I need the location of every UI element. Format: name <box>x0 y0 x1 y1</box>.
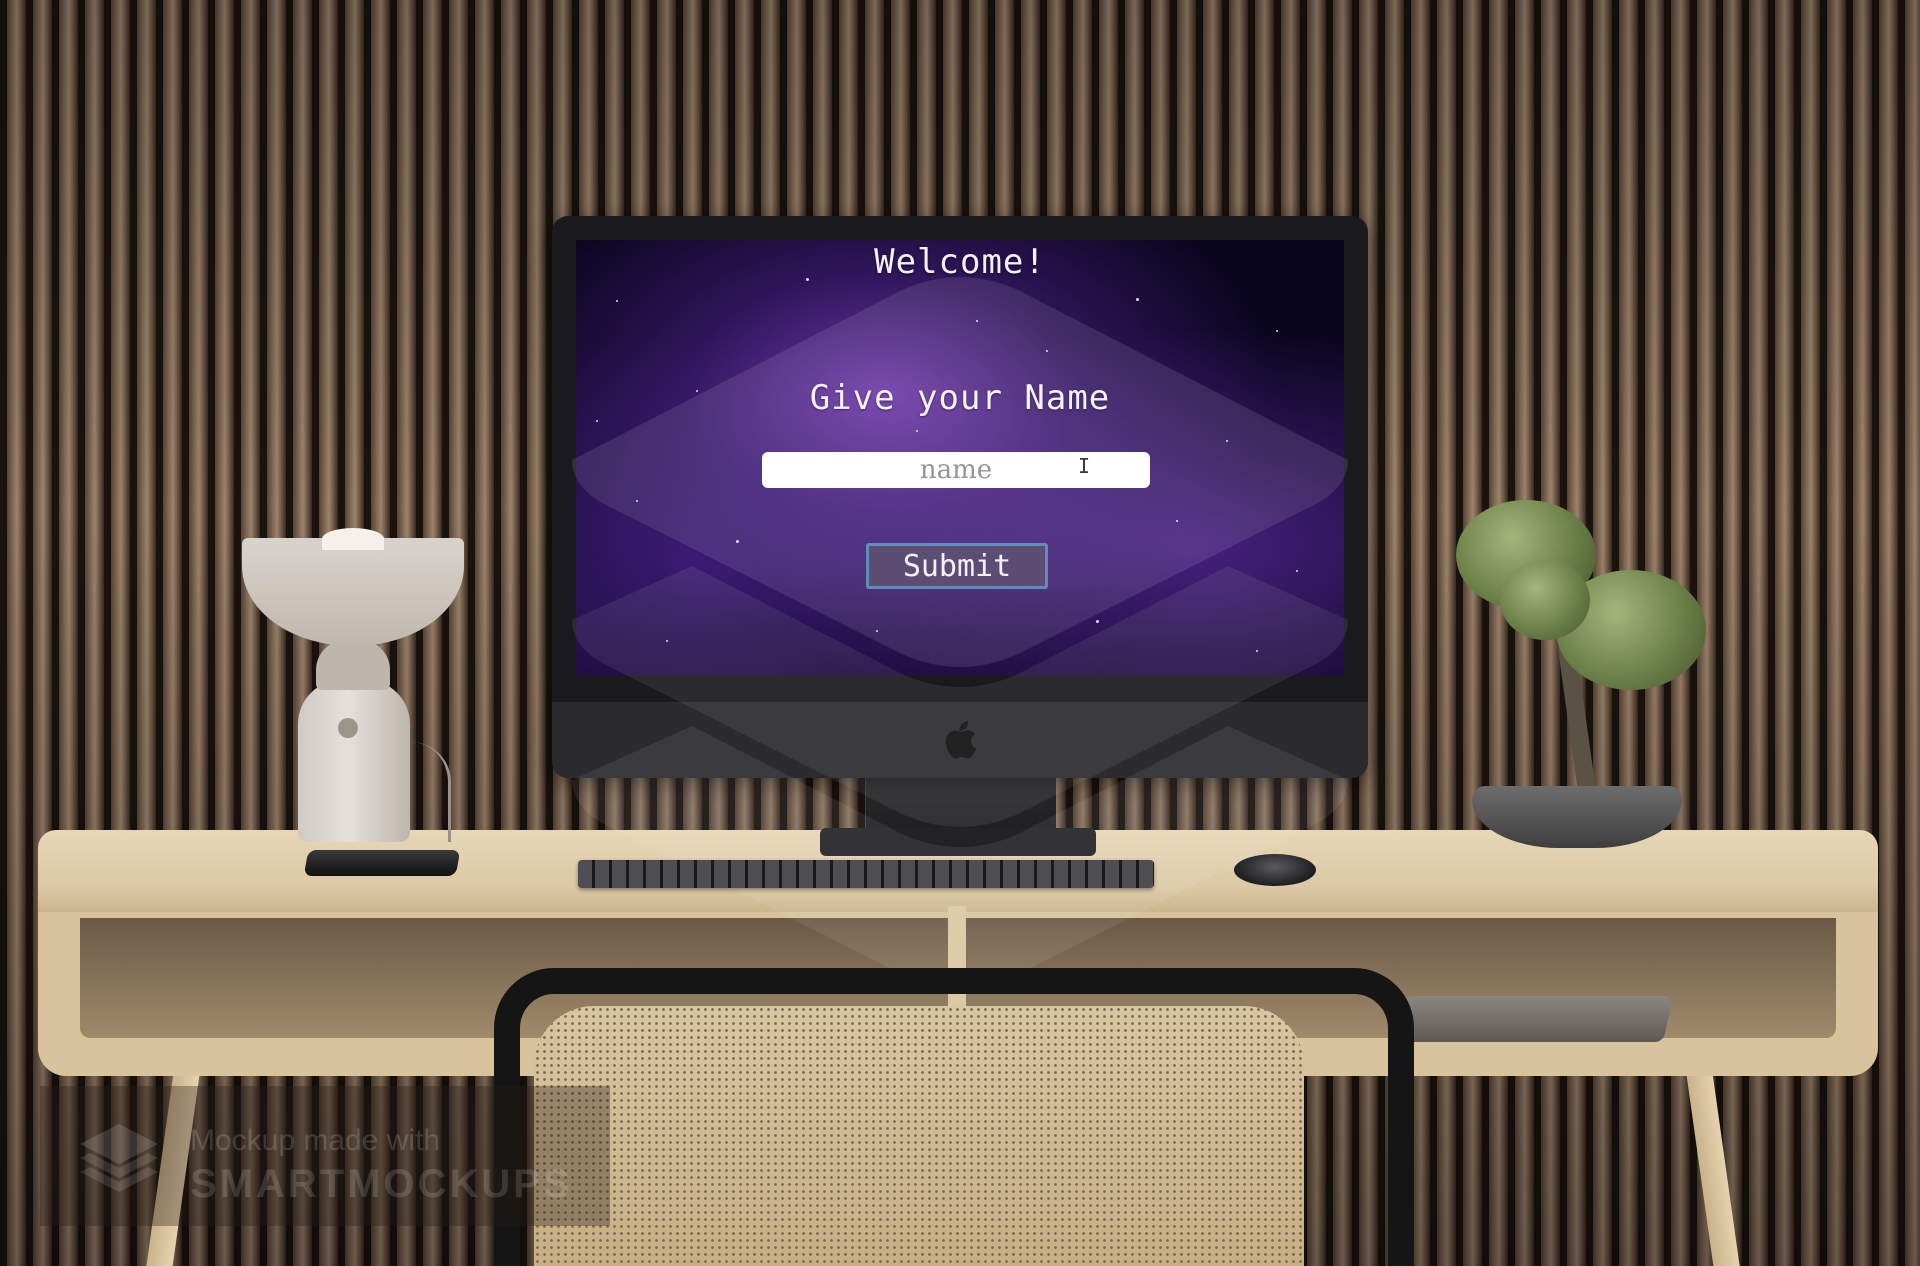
star <box>1096 620 1099 623</box>
welcome-heading: Welcome! <box>874 242 1046 282</box>
lamp-cord <box>408 742 451 842</box>
chair-frame <box>494 968 1414 1266</box>
mouse <box>1234 854 1316 886</box>
star <box>1226 440 1228 442</box>
smartphone <box>303 850 461 876</box>
monitor: Welcome! Give your Name I Submit <box>552 216 1368 778</box>
star <box>616 300 618 302</box>
desk-leg-right <box>1686 1069 1740 1266</box>
watermark: Mockup made with SMARTMOCKUPS <box>40 1086 610 1226</box>
star <box>1256 650 1258 652</box>
submit-button[interactable]: Submit <box>866 543 1048 589</box>
star <box>596 420 598 422</box>
lamp-bulb <box>322 528 384 550</box>
lamp-body <box>298 680 410 842</box>
star <box>1176 520 1178 522</box>
watermark-line2: SMARTMOCKUPS <box>190 1162 573 1206</box>
keyboard <box>578 860 1154 888</box>
lamp-neck <box>316 640 390 690</box>
star <box>1136 298 1139 301</box>
star <box>1296 570 1298 572</box>
star <box>1046 350 1048 352</box>
star <box>736 540 739 543</box>
star <box>636 500 638 502</box>
watermark-line1: Mockup made with <box>190 1124 441 1157</box>
tablet <box>1393 996 1673 1042</box>
text-cursor-icon: I <box>1078 454 1091 478</box>
name-prompt: Give your Name <box>809 378 1111 418</box>
monitor-chin <box>552 702 1368 778</box>
lamp-knob <box>338 718 358 738</box>
apple-logo-icon <box>945 721 977 759</box>
name-input[interactable] <box>762 452 1150 488</box>
desk-mockup-scene: Welcome! Give your Name I Submit Mo <box>0 0 1920 1266</box>
app-screen: Welcome! Give your Name I Submit <box>576 240 1344 676</box>
star <box>876 630 878 632</box>
star <box>916 430 918 432</box>
star <box>976 320 978 322</box>
star <box>1276 330 1278 332</box>
star <box>666 640 668 642</box>
layers-stack-icon <box>80 1124 158 1192</box>
lamp-shade <box>242 538 464 646</box>
bonsai-foliage <box>1500 560 1590 640</box>
monitor-stand-base <box>820 828 1096 856</box>
